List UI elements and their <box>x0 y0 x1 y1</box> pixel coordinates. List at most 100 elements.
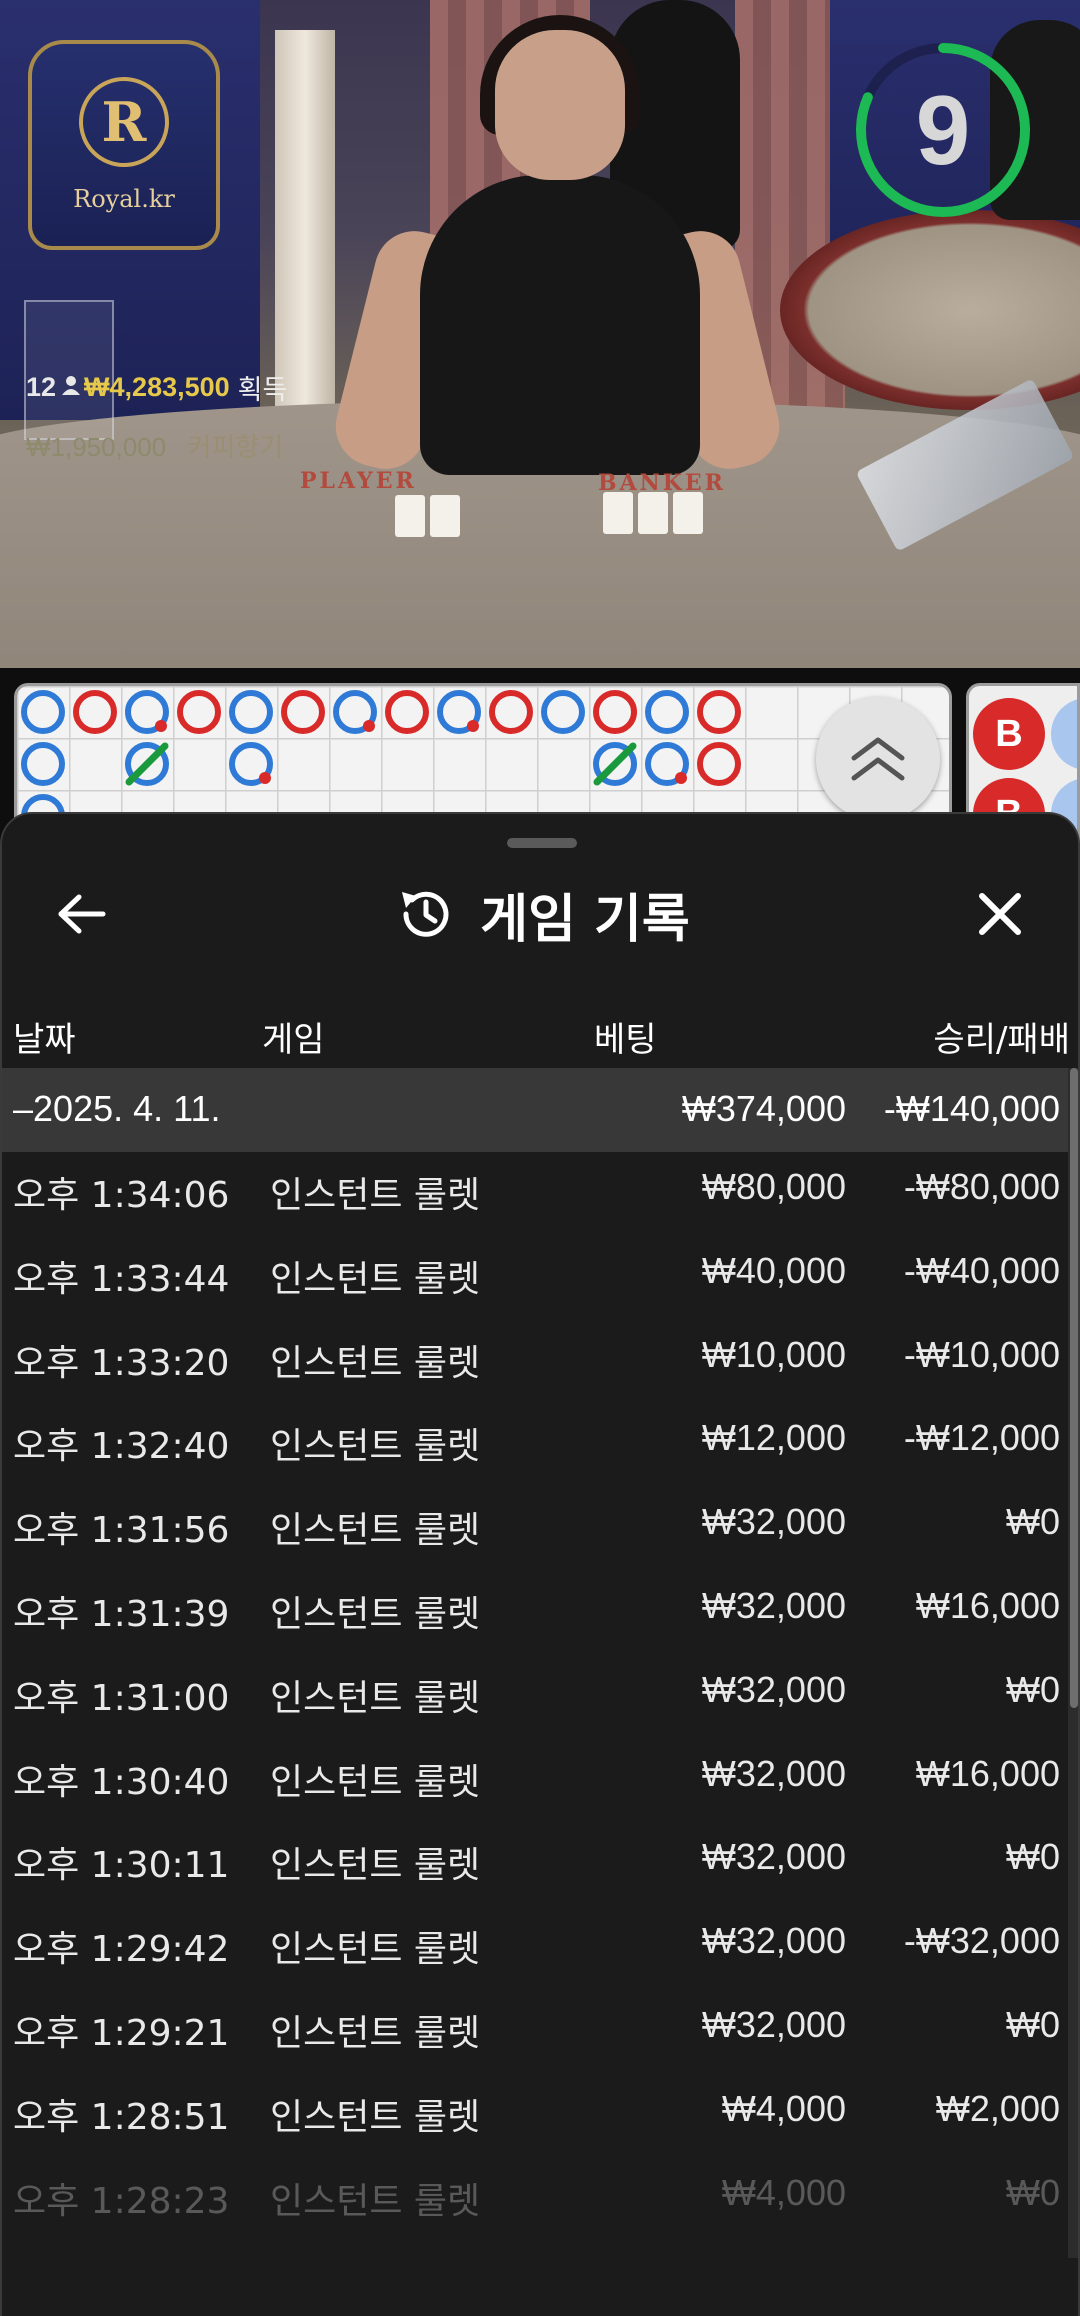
row-game: 인스턴트 룰렛 <box>270 2012 481 2054</box>
road-mark <box>21 690 65 734</box>
live-video[interactable]: R Royal.kr PLAYER BANKER 9 12 ₩4,283,500… <box>0 0 1080 668</box>
row-time: 오후 1:29:42 <box>13 1929 230 1971</box>
table-row[interactable]: 오후 1:30:11 인스턴트 룰렛 ₩32,000 ₩0 <box>2 1822 1068 1906</box>
group-total-bet: ₩374,000 <box>681 1088 846 1129</box>
expand-road-button[interactable] <box>816 697 940 821</box>
dealer-head <box>495 30 625 180</box>
row-game: 인스턴트 룰렛 <box>270 1761 481 1803</box>
row-win-loss: -₩12,000 <box>903 1417 1060 1459</box>
row-time: 오후 1:32:40 <box>13 1426 230 1468</box>
royal-logo: R Royal.kr <box>28 40 220 250</box>
timer-value: 9 <box>915 74 971 185</box>
road-mark <box>385 690 429 734</box>
road-mark <box>593 690 637 734</box>
row-win-loss: ₩16,000 <box>915 1584 1060 1626</box>
row-win-loss: ₩0 <box>1006 2171 1060 2213</box>
top-winner-amount: ₩1,950,000 <box>26 432 167 462</box>
row-win-loss: ₩0 <box>1006 1668 1060 1710</box>
header-win-loss[interactable]: 승리/패배 <box>933 1012 1070 1061</box>
playing-card <box>395 495 425 537</box>
table-row[interactable]: 오후 1:28:23 인스턴트 룰렛 ₩4,000 ₩0 <box>2 2158 1068 2242</box>
road-mark <box>489 690 533 734</box>
road-mark <box>177 690 221 734</box>
row-time: 오후 1:30:40 <box>13 1761 230 1803</box>
road-mark <box>541 690 585 734</box>
table-row[interactable]: 오후 1:32:40 인스턴트 룰렛 ₩12,000 -₩12,000 <box>2 1403 1068 1487</box>
sheet-title-text: 게임 기록 <box>480 889 690 950</box>
history-rows: 오후 1:34:06 인스턴트 룰렛 ₩80,000 -₩80,000 오후 1:33:… <box>2 1152 1068 2241</box>
playing-card <box>603 492 633 534</box>
road-mark <box>229 742 273 786</box>
close-button[interactable] <box>960 874 1040 954</box>
top-winner-name: 커피향기 <box>187 432 284 462</box>
header-game[interactable]: 게임 <box>262 1012 325 1061</box>
row-win-loss: -₩80,000 <box>903 1166 1060 1207</box>
row-time: 오후 1:33:44 <box>13 1258 230 1300</box>
road-mark <box>645 742 689 786</box>
table-row[interactable]: 오후 1:31:56 인스턴트 룰렛 ₩32,000 ₩0 <box>2 1487 1068 1571</box>
row-game: 인스턴트 룰렛 <box>270 1677 481 1719</box>
close-icon <box>979 893 1021 935</box>
table-row[interactable]: 오후 1:33:20 인스턴트 룰렛 ₩10,000 -₩10,000 <box>2 1320 1068 1404</box>
row-time: 오후 1:28:51 <box>13 2096 230 2138</box>
table-row[interactable]: 오후 1:33:44 인스턴트 룰렛 ₩40,000 -₩40,000 <box>2 1236 1068 1320</box>
row-game: 인스턴트 룰렛 <box>270 1510 481 1552</box>
table-row[interactable]: 오후 1:34:06 인스턴트 룰렛 ₩80,000 -₩80,000 <box>2 1152 1068 1236</box>
road-mark <box>333 690 377 734</box>
scrollbar[interactable] <box>1068 1068 1078 2258</box>
sheet-drag-handle[interactable] <box>507 838 577 848</box>
road-mark <box>697 690 741 734</box>
row-bet: ₩32,000 <box>701 1668 846 1710</box>
date-group-row[interactable]: –2025. 4. 11. ₩374,000 -₩140,000 <box>2 1068 1068 1152</box>
row-game: 인스턴트 룰렛 <box>270 2096 481 2138</box>
felt-label-player: PLAYER <box>300 468 417 494</box>
row-bet: ₩12,000 <box>701 1417 846 1459</box>
row-bet: ₩32,000 <box>701 1920 846 1962</box>
header-date[interactable]: 날짜 <box>13 1012 76 1061</box>
road-mark <box>281 690 325 734</box>
road-mark <box>645 690 689 734</box>
row-bet: ₩80,000 <box>701 1166 846 1207</box>
table-row[interactable]: 오후 1:31:39 인스턴트 룰렛 ₩32,000 ₩16,000 <box>2 1571 1068 1655</box>
row-game: 인스턴트 룰렛 <box>270 1258 481 1300</box>
screen: R Royal.kr PLAYER BANKER 9 12 ₩4,283,500… <box>0 0 1080 2316</box>
row-time: 오후 1:31:00 <box>13 1677 230 1719</box>
table-row[interactable]: 오후 1:29:21 인스턴트 룰렛 ₩32,000 ₩0 <box>2 1990 1068 2074</box>
road-mark <box>437 690 481 734</box>
total-won-label: 획득 <box>237 375 288 405</box>
table-row[interactable]: 오후 1:30:40 인스턴트 룰렛 ₩32,000 ₩16,000 <box>2 1739 1068 1823</box>
row-bet: ₩40,000 <box>701 1249 846 1291</box>
table-row[interactable]: 오후 1:29:42 인스턴트 룰렛 ₩32,000 -₩32,000 <box>2 1906 1068 1990</box>
person-icon <box>62 375 81 401</box>
group-date: –2025. 4. 11. <box>13 1088 221 1129</box>
row-bet: ₩32,000 <box>701 1584 846 1626</box>
row-time: 오후 1:33:20 <box>13 1342 230 1384</box>
logo-text: Royal.kr <box>73 185 175 213</box>
road-mark <box>73 690 117 734</box>
header-bet[interactable]: 베팅 <box>594 1012 657 1061</box>
row-bet: ₩32,000 <box>701 1501 846 1543</box>
table-row[interactable]: 오후 1:31:00 인스턴트 룰렛 ₩32,000 ₩0 <box>2 1655 1068 1739</box>
countdown-timer: 9 <box>853 40 1033 220</box>
row-win-loss: ₩16,000 <box>915 1752 1060 1794</box>
row-bet: ₩10,000 <box>701 1333 846 1375</box>
logo-crest: R <box>79 77 169 167</box>
row-game: 인스턴트 룰렛 <box>270 1593 481 1635</box>
chevron-double-up-icon <box>851 737 905 781</box>
table-row[interactable]: 오후 1:28:51 인스턴트 룰렛 ₩4,000 ₩2,000 <box>2 2074 1068 2158</box>
bet-info: 12 ₩4,283,500 획득 ₩1,950,000 커피향기 <box>26 368 287 464</box>
row-win-loss: -₩40,000 <box>903 1249 1060 1291</box>
playing-card <box>638 492 668 534</box>
row-game: 인스턴트 룰렛 <box>270 2180 481 2222</box>
row-game: 인스턴트 룰렛 <box>270 1426 481 1468</box>
row-bet: ₩32,000 <box>701 1752 846 1794</box>
row-win-loss: ₩0 <box>1006 2003 1060 2045</box>
row-win-loss: ₩0 <box>1006 1501 1060 1543</box>
road-mark <box>125 742 169 786</box>
row-game: 인스턴트 룰렛 <box>270 1175 481 1216</box>
scrollbar-thumb[interactable] <box>1070 1068 1078 1708</box>
player-bead <box>1051 698 1077 770</box>
row-win-loss: -₩10,000 <box>903 1333 1060 1375</box>
road-mark <box>125 690 169 734</box>
banker-bead: B <box>973 698 1045 770</box>
